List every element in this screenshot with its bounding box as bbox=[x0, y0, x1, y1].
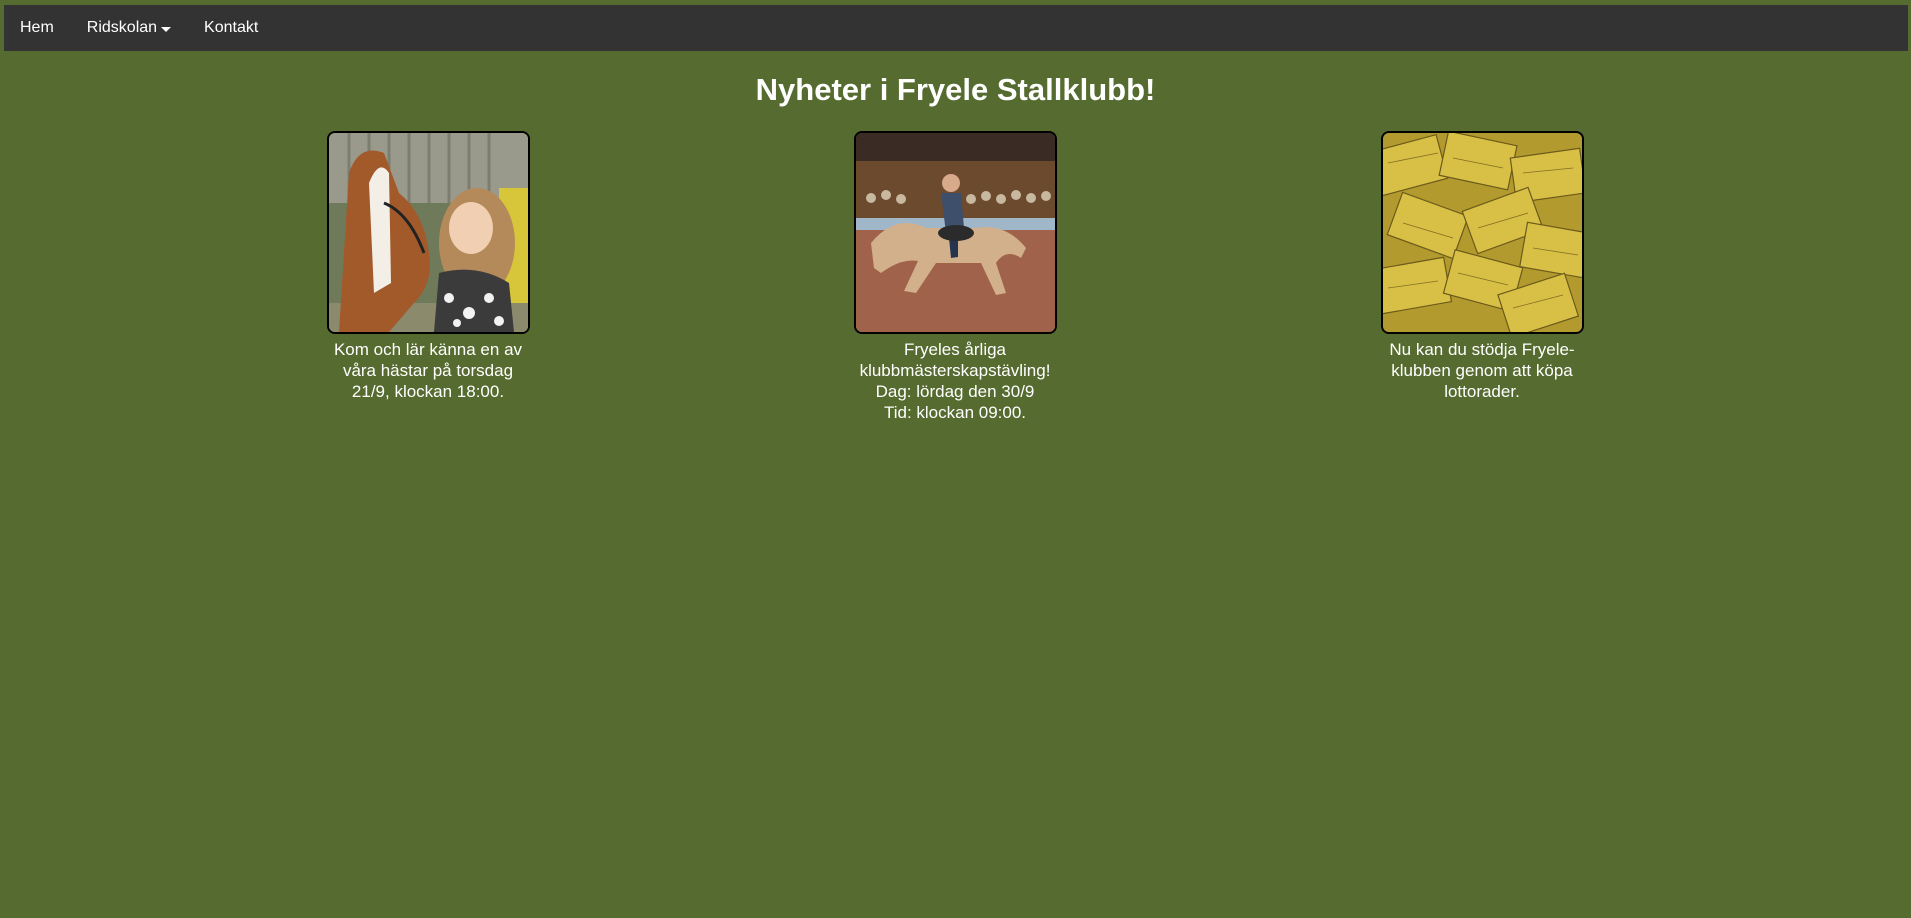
news-card: Kom och lär känna en av våra hästar på t… bbox=[323, 131, 533, 402]
barrel-racing-rider-photo[interactable] bbox=[853, 131, 1057, 334]
nav-item-label: Ridskolan bbox=[86, 19, 158, 36]
news-caption: Nu kan du stödja Fryele-klubben genom at… bbox=[1389, 340, 1575, 401]
girl-with-horse-photo[interactable] bbox=[326, 131, 530, 334]
news-caption: Kom och lär känna en av våra hästar på t… bbox=[333, 340, 523, 401]
nav-item-ridskolan[interactable]: Ridskolan bbox=[71, 5, 187, 51]
top-navbar: Hem Ridskolan Kontakt bbox=[4, 5, 1908, 51]
nav-item-hem[interactable]: Hem bbox=[4, 5, 70, 51]
news-card: Nu kan du stödja Fryele-klubben genom at… bbox=[1377, 131, 1587, 402]
caption-line: Tid: klockan 09:00. bbox=[883, 403, 1027, 422]
caret-down-icon bbox=[161, 26, 172, 32]
lottery-tickets-photo[interactable] bbox=[1380, 131, 1584, 334]
caption-line: Fryeles årliga klubbmästerskapstävling! bbox=[859, 340, 1051, 380]
page-title: Nyheter i Fryele Stallklubb! bbox=[755, 72, 1156, 107]
nav-item-label: Kontakt bbox=[204, 19, 259, 36]
caption-line: Dag: lördag den 30/9 bbox=[875, 382, 1035, 401]
news-card: Fryeles årliga klubbmästerskapstävling! … bbox=[850, 131, 1060, 423]
nav-item-label: Hem bbox=[20, 19, 54, 36]
news-caption: Fryeles årliga klubbmästerskapstävling! … bbox=[850, 339, 1060, 423]
nav-item-kontakt[interactable]: Kontakt bbox=[188, 5, 274, 51]
